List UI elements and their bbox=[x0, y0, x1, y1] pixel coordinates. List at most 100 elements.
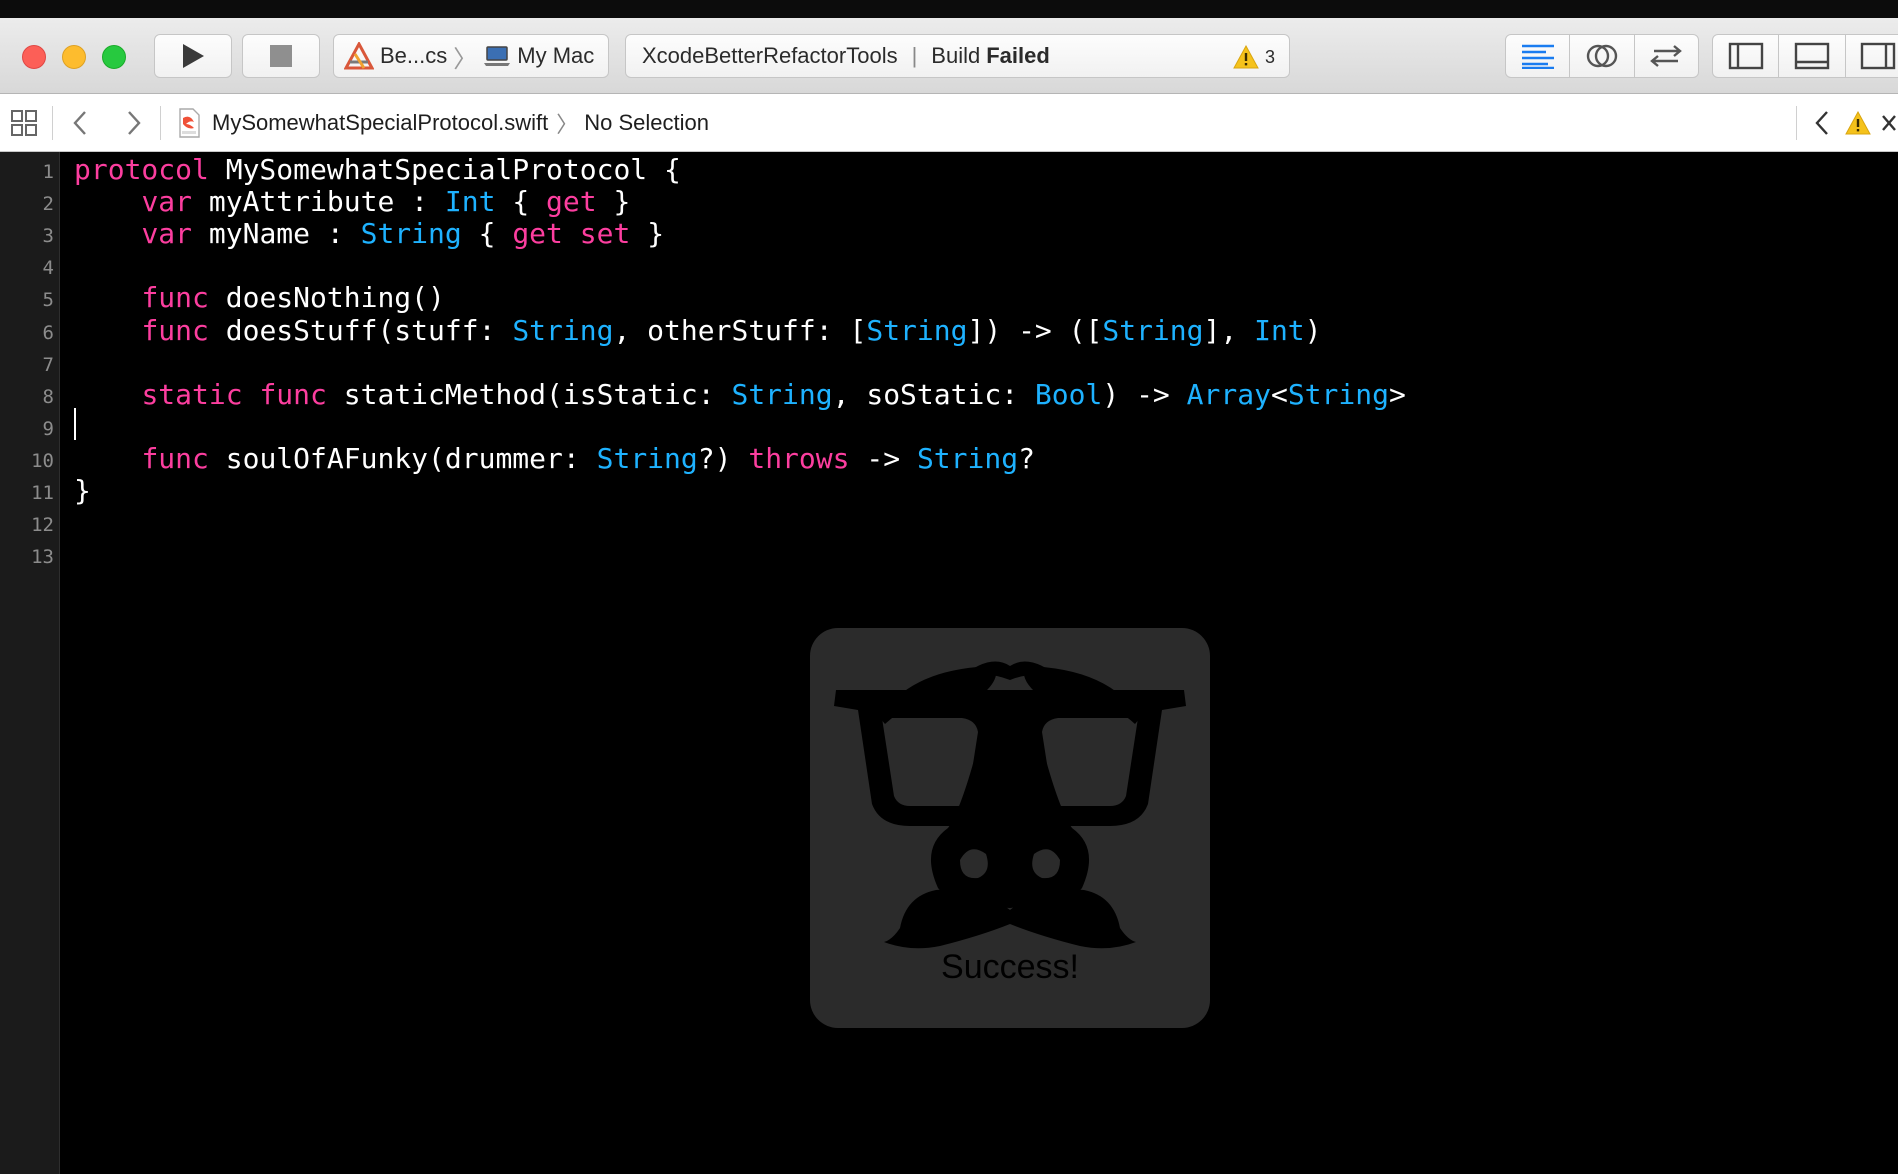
code-text: doesNothing() bbox=[208, 281, 445, 315]
jumpbar-divider bbox=[160, 106, 161, 140]
code-text: ) -> bbox=[1102, 377, 1187, 411]
code-line: var myName : String { get set } bbox=[74, 218, 664, 250]
code-type: Bool bbox=[1034, 377, 1103, 411]
code-text: MySomewhatSpecialProtocol { bbox=[208, 153, 681, 186]
laptop-icon bbox=[484, 46, 511, 66]
scheme-name: Be...cs bbox=[380, 43, 448, 68]
line-number: 4 bbox=[42, 257, 54, 280]
code-text: } bbox=[630, 217, 665, 251]
code-line: func soulOfAFunky(drummer: String?) thro… bbox=[74, 441, 1035, 475]
assistant-editor-icon bbox=[1586, 44, 1618, 68]
code-line: var myAttribute : Int { get } bbox=[74, 186, 630, 218]
code-text: , otherStuff: [ bbox=[613, 313, 867, 347]
warning-icon bbox=[1233, 45, 1259, 69]
chevron-right-icon: 〉 bbox=[453, 45, 478, 73]
warning-count: 3 bbox=[1264, 46, 1275, 67]
code-text: ]) -> ([ bbox=[967, 313, 1103, 347]
code-type: Int bbox=[1254, 313, 1305, 347]
back-button[interactable] bbox=[70, 94, 90, 152]
previous-issue-button[interactable] bbox=[1812, 94, 1832, 152]
line-number: 3 bbox=[42, 225, 54, 248]
close-icon bbox=[1882, 115, 1896, 131]
scheme-selector[interactable]: Be...cs 〉 My Mac bbox=[333, 34, 609, 78]
toolbar: Be...cs 〉 My Mac XcodeBetterRefactorTool… bbox=[0, 18, 1898, 94]
code-keyword: var bbox=[141, 185, 193, 219]
code-keyword: static bbox=[141, 377, 243, 411]
right-panel-icon bbox=[1861, 42, 1896, 70]
utilities-toggle-button[interactable] bbox=[1846, 35, 1898, 77]
activity-status[interactable]: XcodeBetterRefactorTools | Build Failed … bbox=[625, 34, 1290, 78]
code-text: myAttribute : bbox=[192, 185, 445, 219]
breadcrumb-file[interactable]: MySomewhatSpecialProtocol.swift bbox=[212, 110, 548, 136]
code-text: > bbox=[1388, 377, 1406, 411]
code-text: soulOfAFunky(drummer: bbox=[208, 441, 597, 475]
code-line: func doesStuff(stuff: String, otherStuff… bbox=[74, 313, 1322, 347]
zoom-window-button[interactable] bbox=[102, 45, 126, 69]
line-number: 6 bbox=[42, 321, 54, 344]
code-keyword: protocol bbox=[74, 153, 209, 186]
version-editor-icon bbox=[1650, 45, 1683, 67]
code-line: static func staticMethod(isStatic: Strin… bbox=[74, 377, 1406, 411]
chevron-right-icon: 〉 bbox=[556, 112, 579, 137]
chevron-right-icon bbox=[128, 111, 141, 135]
project-name: XcodeBetterRefactorTools bbox=[642, 43, 898, 68]
play-icon bbox=[183, 44, 204, 68]
xcode-project-icon bbox=[344, 42, 374, 70]
code-type: String bbox=[916, 441, 1019, 475]
breadcrumb-selection[interactable]: No Selection bbox=[584, 110, 709, 136]
code-text: < bbox=[1270, 377, 1288, 411]
version-editor-button[interactable] bbox=[1635, 35, 1698, 77]
code-text: , soStatic: bbox=[832, 377, 1035, 411]
code-line: } bbox=[74, 475, 91, 507]
stop-button[interactable] bbox=[242, 34, 320, 78]
close-window-button[interactable] bbox=[22, 45, 46, 69]
code-text: { bbox=[461, 217, 513, 251]
debug-area-toggle-button[interactable] bbox=[1779, 35, 1846, 77]
build-status: Failed bbox=[986, 43, 1050, 68]
next-issue-button[interactable] bbox=[1880, 94, 1898, 152]
code-type: String bbox=[731, 377, 833, 411]
code-line: func doesNothing() bbox=[74, 281, 445, 315]
issue-indicator[interactable] bbox=[1845, 94, 1871, 152]
standard-editor-button[interactable] bbox=[1506, 35, 1571, 77]
line-number: 13 bbox=[31, 546, 54, 569]
code-text: } bbox=[74, 474, 91, 507]
assistant-editor-button[interactable] bbox=[1570, 35, 1635, 77]
breadcrumb: MySomewhatSpecialProtocol.swift 〉 No Sel… bbox=[178, 94, 709, 152]
standard-editor-icon bbox=[1521, 44, 1554, 69]
grid-icon bbox=[11, 110, 37, 136]
code-keyword: get bbox=[546, 185, 597, 219]
run-button[interactable] bbox=[154, 34, 232, 78]
code-text: ) bbox=[1304, 313, 1322, 347]
code-keyword: var bbox=[141, 217, 193, 251]
hud-message: Success! bbox=[941, 948, 1079, 986]
line-number: 10 bbox=[31, 449, 54, 472]
forward-button[interactable] bbox=[124, 94, 144, 152]
code-line: protocol MySomewhatSpecialProtocol { bbox=[74, 154, 681, 186]
code-keyword: throws bbox=[748, 441, 850, 475]
minimize-window-button[interactable] bbox=[62, 45, 86, 69]
related-items-button[interactable] bbox=[10, 94, 38, 152]
code-keyword: func bbox=[141, 441, 209, 475]
line-number: 9 bbox=[42, 417, 54, 440]
code-type: String bbox=[596, 441, 698, 475]
code-keyword: func bbox=[259, 377, 327, 411]
line-number: 7 bbox=[42, 353, 54, 376]
line-number: 2 bbox=[42, 193, 54, 216]
code-text: myName : bbox=[192, 217, 361, 251]
code-keyword: set bbox=[579, 217, 631, 251]
status-divider: | bbox=[911, 43, 918, 68]
line-number-gutter: 1 2 3 4 5 6 7 8 9 10 11 12 13 bbox=[0, 152, 60, 1174]
text-cursor bbox=[74, 408, 76, 440]
code-text: ], bbox=[1203, 313, 1255, 347]
warning-indicator[interactable]: 3 bbox=[1233, 45, 1275, 69]
line-number: 5 bbox=[42, 289, 54, 312]
code-text: staticMethod(isStatic: bbox=[326, 377, 732, 411]
navigator-toggle-button[interactable] bbox=[1713, 35, 1780, 77]
success-hud: Success! bbox=[810, 628, 1210, 1028]
